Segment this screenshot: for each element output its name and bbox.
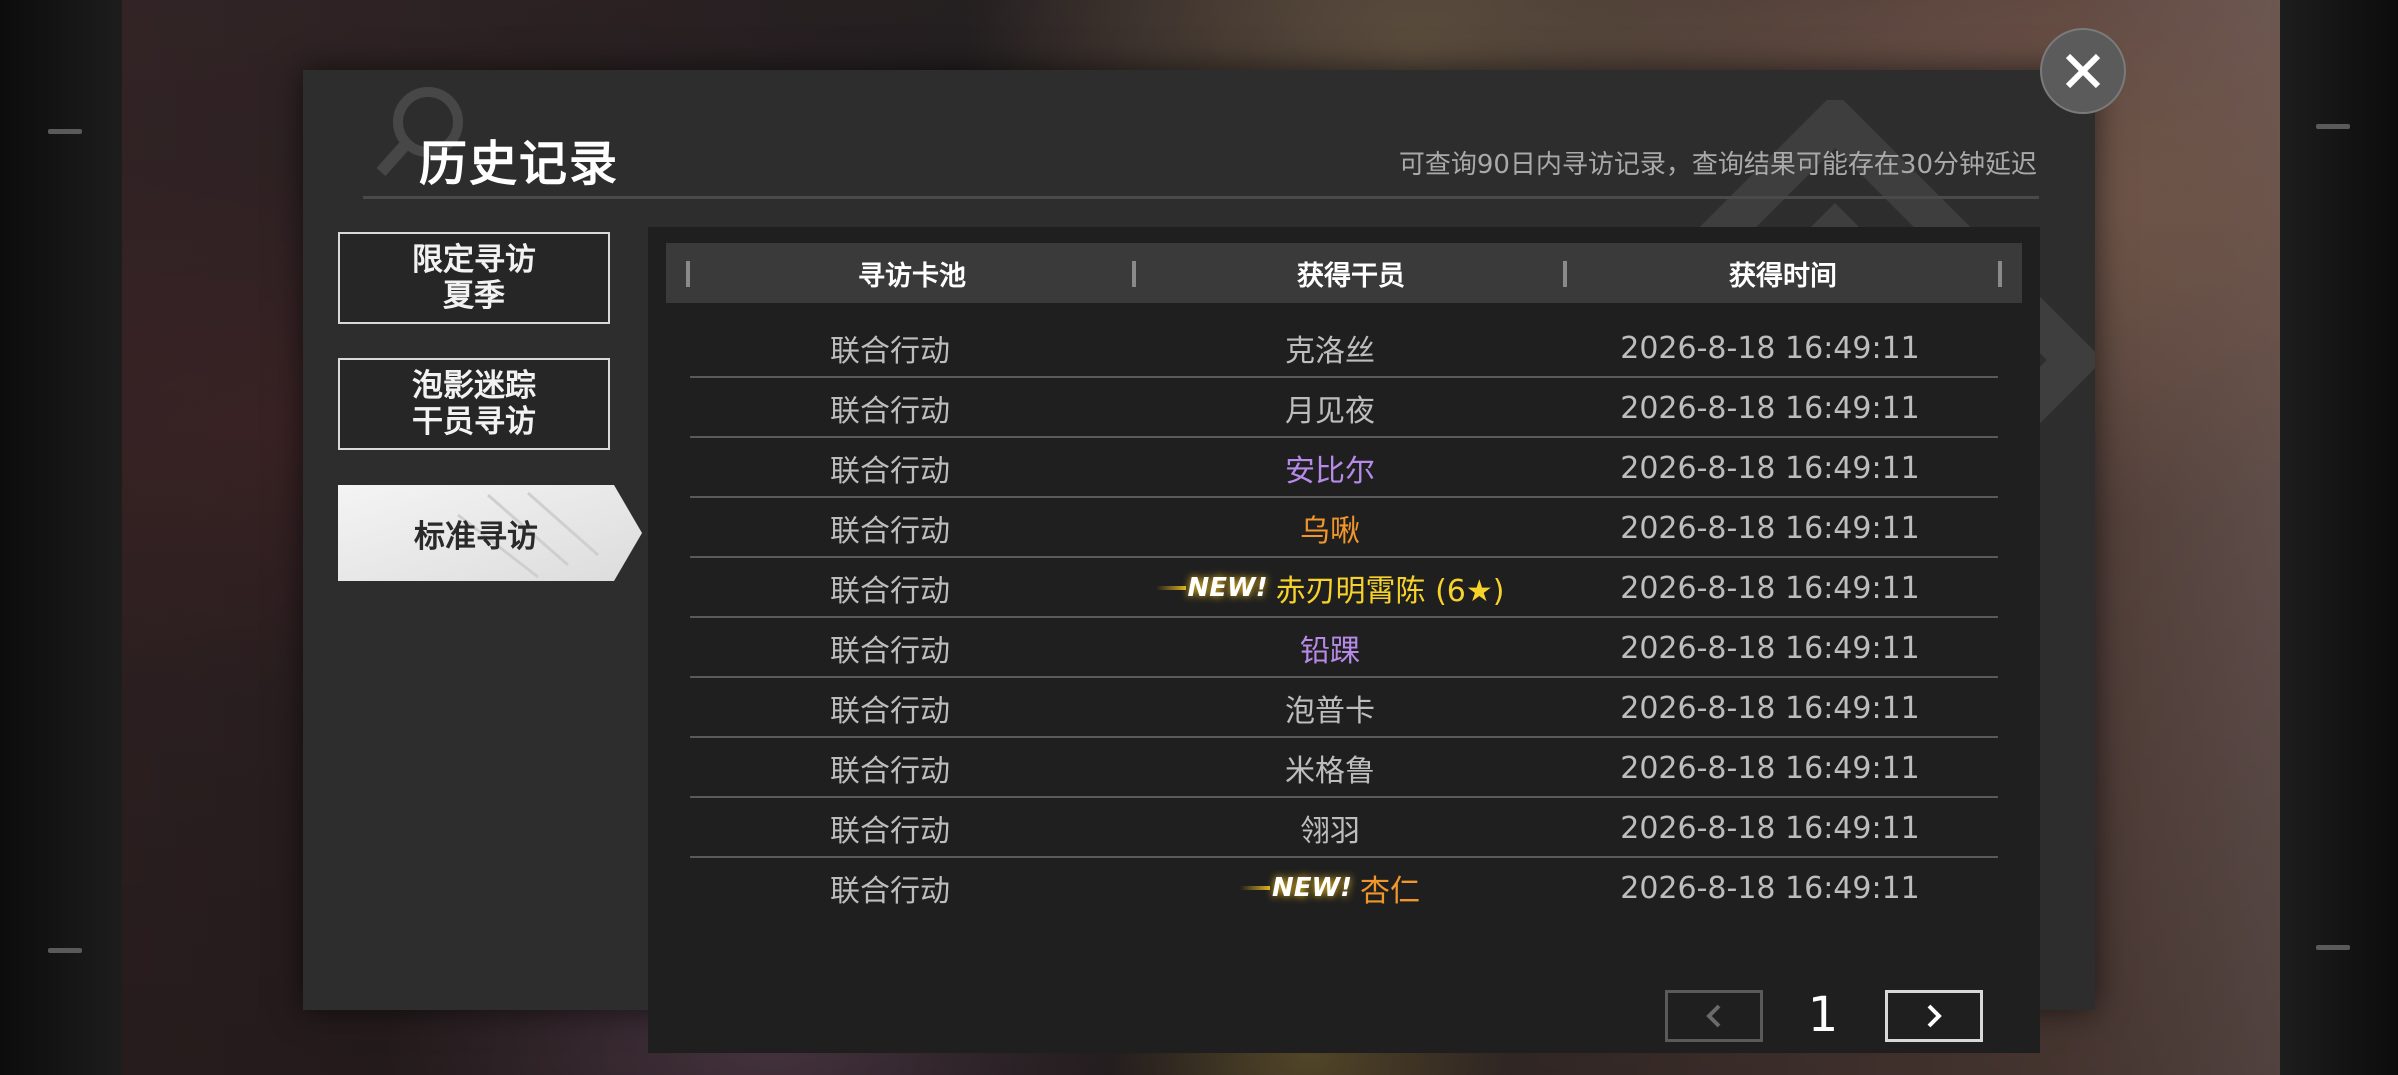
cell-time: 2026-8-18 16:49:11: [1620, 390, 1920, 426]
title-divider: [363, 196, 2039, 199]
table-row: 联合行动 NEW! 赤刃明霄陈 (6★) 2026-8-18 16:49:11: [690, 558, 1998, 618]
operator-name: 安比尔: [1285, 454, 1375, 489]
cell-time: 2026-8-18 16:49:11: [1620, 870, 1920, 906]
cell-operator: 泡普卡: [1110, 678, 1550, 738]
cell-pool: 联合行动: [830, 514, 950, 549]
next-page-button[interactable]: [1885, 990, 1983, 1042]
nav-limited-summer[interactable]: 限定寻访 夏季: [338, 232, 610, 324]
cell-time: 2026-8-18 16:49:11: [1620, 510, 1920, 546]
nav-label-line2: 夏季: [443, 278, 505, 314]
nav-label-line1: 限定寻访: [412, 242, 536, 278]
nav-label: 标准寻访: [414, 518, 538, 555]
cell-operator: 翎羽: [1110, 798, 1550, 858]
prev-page-button[interactable]: [1665, 990, 1763, 1042]
operator-name: 月见夜: [1285, 394, 1375, 429]
close-button[interactable]: [2040, 28, 2126, 114]
cell-operator: 克洛丝: [1110, 318, 1550, 378]
table-row: 联合行动 NEW! 杏仁 2026-8-18 16:49:11: [690, 858, 1998, 918]
close-icon: [2065, 53, 2101, 89]
cell-pool: 联合行动: [830, 334, 950, 369]
table-row: 联合行动 米格鲁 2026-8-18 16:49:11: [690, 738, 1998, 798]
nav-label-line1: 泡影迷踪: [412, 368, 536, 404]
cell-pool: 联合行动: [830, 694, 950, 729]
cell-pool: 联合行动: [830, 394, 950, 429]
nav-label-line2: 干员寻访: [412, 404, 536, 440]
cell-time: 2026-8-18 16:49:11: [1620, 330, 1920, 366]
operator-name: 杏仁: [1360, 874, 1421, 909]
cell-pool: 联合行动: [830, 634, 950, 669]
nav-bubble-operator[interactable]: 泡影迷踪 干员寻访: [338, 358, 610, 450]
cell-time: 2026-8-18 16:49:11: [1620, 450, 1920, 486]
operator-name: 克洛丝: [1285, 334, 1375, 369]
cell-operator: 安比尔: [1110, 438, 1550, 498]
cell-operator: 米格鲁: [1110, 738, 1550, 798]
col-time: 获得时间: [1729, 260, 1837, 292]
cell-time: 2026-8-18 16:49:11: [1620, 690, 1920, 726]
nav-standard[interactable]: 标准寻访: [338, 485, 642, 581]
cell-operator: NEW! 杏仁: [1110, 858, 1550, 918]
dialog-title: 历史记录: [419, 136, 620, 192]
table-row: 联合行动 乌啾 2026-8-18 16:49:11: [690, 498, 1998, 558]
table-header: 寻访卡池 获得干员 获得时间: [666, 243, 2022, 303]
operator-name: 米格鲁: [1285, 754, 1375, 789]
table-row: 联合行动 月见夜 2026-8-18 16:49:11: [690, 378, 1998, 438]
col-operator: 获得干员: [1297, 260, 1405, 292]
chevron-right-icon: [1927, 1004, 1942, 1028]
cell-pool: 联合行动: [830, 754, 950, 789]
operator-name: 乌啾: [1300, 514, 1360, 549]
cell-operator: 乌啾: [1110, 498, 1550, 558]
col-pool: 寻访卡池: [858, 260, 966, 292]
cell-operator: 铅踝: [1110, 618, 1550, 678]
right-frame: [2280, 0, 2398, 1075]
new-streak-decor: [1155, 586, 1186, 590]
new-badge: NEW!: [1155, 573, 1268, 603]
operator-name: 赤刃明霄陈 (6★): [1275, 574, 1505, 609]
query-note: 可查询90日内寻访记录，查询结果可能存在30分钟延迟: [1398, 150, 2037, 180]
chevron-left-icon: [1706, 1004, 1721, 1028]
new-badge: NEW!: [1239, 873, 1353, 903]
cell-time: 2026-8-18 16:49:11: [1620, 630, 1920, 666]
table-row: 联合行动 泡普卡 2026-8-18 16:49:11: [690, 678, 1998, 738]
cell-time: 2026-8-18 16:49:11: [1620, 810, 1920, 846]
new-badge-text: NEW!: [1187, 573, 1268, 603]
record-table: 寻访卡池 获得干员 获得时间 联合行动 克洛丝 2026-8-18 16:49:11…: [648, 227, 2040, 1053]
operator-name: 铅踝: [1300, 634, 1360, 669]
cell-pool: 联合行动: [830, 574, 950, 609]
table-row: 联合行动 安比尔 2026-8-18 16:49:11: [690, 438, 1998, 498]
left-frame: [0, 0, 122, 1075]
cell-operator: NEW! 赤刃明霄陈 (6★): [1110, 558, 1550, 618]
table-row: 联合行动 克洛丝 2026-8-18 16:49:11: [690, 318, 1998, 378]
cell-time: 2026-8-18 16:49:11: [1620, 750, 1920, 786]
cell-operator: 月见夜: [1110, 378, 1550, 438]
operator-name: 泡普卡: [1285, 694, 1375, 729]
new-streak-decor: [1239, 886, 1270, 890]
cell-time: 2026-8-18 16:49:11: [1620, 570, 1920, 606]
table-row: 联合行动 翎羽 2026-8-18 16:49:11: [690, 798, 1998, 858]
operator-name: 翎羽: [1300, 814, 1360, 849]
cell-pool: 联合行动: [830, 874, 950, 909]
history-dialog: 历史记录 可查询90日内寻访记录，查询结果可能存在30分钟延迟 限定寻访 夏季 …: [303, 70, 2095, 1053]
table-row: 联合行动 铅踝 2026-8-18 16:49:11: [690, 618, 1998, 678]
page-number: 1: [1807, 987, 1839, 1043]
cell-pool: 联合行动: [830, 814, 950, 849]
cell-pool: 联合行动: [830, 454, 950, 489]
new-badge-text: NEW!: [1271, 873, 1353, 903]
